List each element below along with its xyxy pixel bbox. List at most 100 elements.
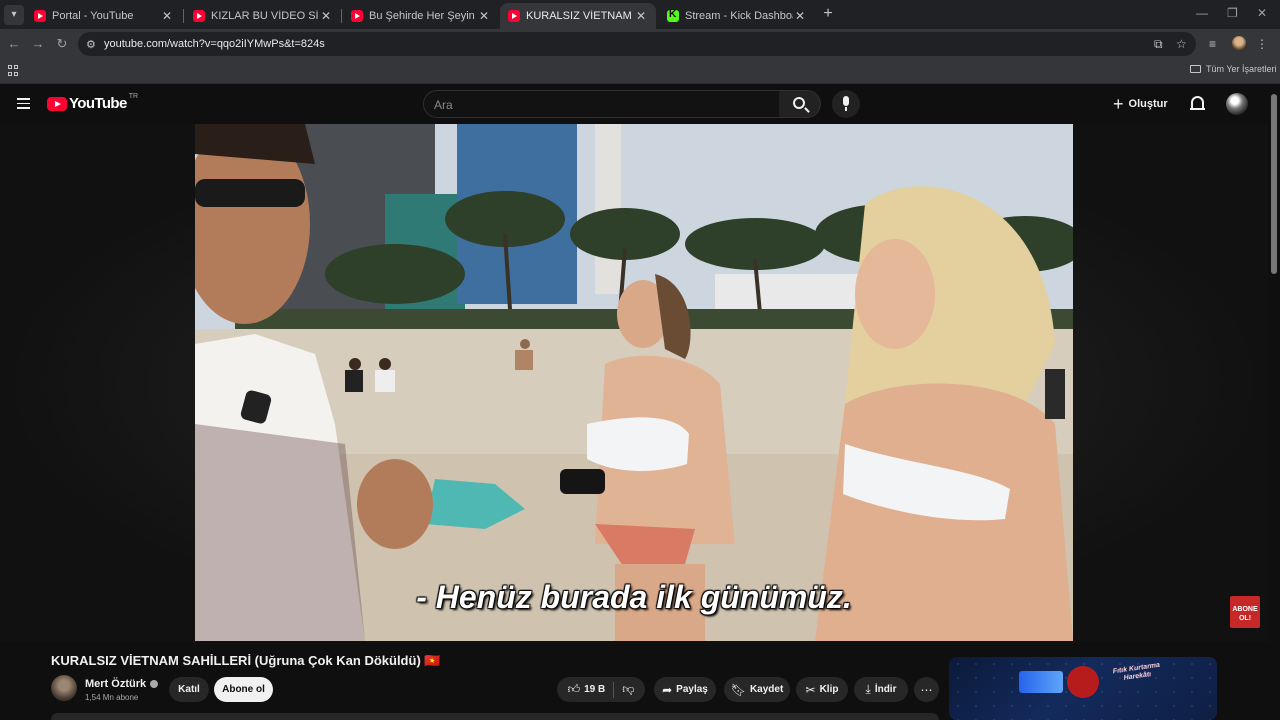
download-button[interactable]: ⤓ İndir <box>854 677 908 702</box>
menu-icon[interactable] <box>17 98 30 109</box>
back-icon[interactable]: ← <box>6 36 22 52</box>
bookmarks-folder-label: Tüm Yer İşaretleri <box>1206 64 1277 74</box>
share-icon: ➦ <box>662 682 673 697</box>
tab-search-button[interactable]: ▾ <box>4 5 24 25</box>
sidebar-ad-banner[interactable]: Fıtık Kurtarma Harekâtı <box>949 657 1217 720</box>
search-button[interactable] <box>779 90 821 118</box>
browser-tab[interactable]: Portal - YouTube ✕ <box>26 3 182 29</box>
all-bookmarks-folder[interactable]: Tüm Yer İşaretleri <box>1190 64 1277 74</box>
page-scrollbar[interactable] <box>1268 84 1280 720</box>
account-avatar[interactable] <box>1226 93 1248 115</box>
tab-divider <box>341 9 342 23</box>
youtube-icon <box>193 10 205 22</box>
install-app-icon[interactable]: ⧉ <box>1154 37 1163 52</box>
browser-tab-active[interactable]: KURALSIZ VİETNAM SAHİLLERİ ✕ <box>500 3 656 29</box>
restore-icon[interactable]: ❐ <box>1227 6 1238 20</box>
bookmark-star-icon[interactable]: ☆ <box>1176 37 1187 51</box>
share-button[interactable]: ➦ Paylaş <box>654 677 716 702</box>
join-label: Katıl <box>178 684 200 695</box>
url-text: youtube.com/watch?v=qqo2iIYMwPs&t=824s <box>104 38 325 50</box>
tab-title: KIZLAR BU VİDEO SİZE - YouTube <box>211 10 319 22</box>
youtube-logo[interactable]: YouTube TR <box>47 93 139 112</box>
create-button[interactable]: + Oluştur <box>1113 91 1168 117</box>
more-actions-button[interactable]: ⋯ <box>914 677 939 702</box>
minimize-icon[interactable]: — <box>1196 6 1208 20</box>
reading-list-icon[interactable]: ≡ <box>1209 37 1216 51</box>
tab-title: KURALSIZ VİETNAM SAHİLLERİ <box>526 10 634 22</box>
plus-icon: + <box>1113 94 1124 114</box>
thumbs-down-icon[interactable]: 👎︎ <box>622 682 634 697</box>
voice-search-button[interactable] <box>832 90 860 118</box>
microphone-icon <box>843 96 849 111</box>
close-icon[interactable]: ✕ <box>477 9 491 23</box>
channel-name: Mert Öztürk <box>85 678 147 690</box>
new-tab-icon[interactable]: + <box>819 5 837 23</box>
subscribe-watermark[interactable]: ABONE OL! <box>1230 596 1260 628</box>
join-button[interactable]: Katıl <box>169 677 209 702</box>
youtube-masthead: YouTube TR Ara + Oluştur <box>0 84 1268 124</box>
scissors-icon: ✂ <box>805 682 816 697</box>
kick-icon <box>667 9 679 22</box>
close-icon[interactable]: ✕ <box>793 9 807 23</box>
search-icon <box>793 97 805 109</box>
save-button[interactable]: 🔖︎ Kaydet <box>724 677 790 702</box>
tab-divider <box>183 9 184 23</box>
youtube-icon <box>351 10 363 22</box>
country-code: TR <box>128 93 139 100</box>
subscribe-button[interactable]: Abone ol <box>214 677 273 702</box>
close-icon[interactable]: ✕ <box>319 9 333 23</box>
like-divider <box>613 681 615 698</box>
description-box[interactable] <box>51 713 939 720</box>
thumbs-up-icon[interactable]: 👍︎ <box>568 682 581 697</box>
logo-text: YouTube <box>69 95 127 112</box>
tab-title: Portal - YouTube <box>52 10 134 22</box>
video-player[interactable]: - Henüz burada ilk günümüz. <box>195 124 1073 641</box>
share-label: Paylaş <box>676 684 708 695</box>
folder-icon <box>1190 65 1201 73</box>
browser-tab-strip: ▾ Portal - YouTube ✕ KIZLAR BU VİDEO SİZ… <box>0 0 1280 29</box>
download-icon: ⤓ <box>865 682 871 696</box>
bookmarks-bar: Tüm Yer İşaretleri <box>0 59 1280 84</box>
tab-title: Bu Şehirde Her Şeyin bir FİYATI <box>369 10 477 22</box>
reload-icon[interactable]: ↻ <box>54 36 70 52</box>
clip-label: Klip <box>819 684 839 695</box>
download-label: İndir <box>874 684 897 695</box>
save-label: Kaydet <box>749 684 784 695</box>
close-icon[interactable]: ✕ <box>634 9 648 23</box>
like-count[interactable]: 19 B <box>584 684 605 695</box>
scrollbar-thumb[interactable] <box>1271 94 1277 274</box>
youtube-icon <box>508 10 520 22</box>
youtube-play-icon <box>47 96 67 111</box>
more-horizontal-icon: ⋯ <box>920 682 933 697</box>
video-subtitle: - Henüz burada ilk günümüz. <box>416 579 852 615</box>
profile-avatar[interactable] <box>1232 36 1246 50</box>
close-window-icon[interactable]: ✕ <box>1257 6 1267 20</box>
video-player-area: - Henüz burada ilk günümüz. ABONE OL! <box>0 124 1268 642</box>
notifications-bell-icon[interactable] <box>1190 96 1205 110</box>
ad-character-image <box>1067 666 1099 698</box>
apps-grid-icon[interactable] <box>8 65 19 76</box>
channel-avatar[interactable] <box>51 675 77 701</box>
ad-product-image <box>1019 671 1063 693</box>
like-dislike-group: 👍︎ 19 B 👎︎ <box>557 677 645 702</box>
verified-icon <box>150 680 159 688</box>
site-info-icon[interactable]: ⚙ <box>86 38 96 51</box>
browser-tab[interactable]: Bu Şehirde Her Şeyin bir FİYATI ✕ <box>343 3 499 29</box>
create-label: Oluştur <box>1128 98 1168 110</box>
subscriber-count: 1,54 Mn abone <box>85 693 139 702</box>
browser-tab[interactable]: Stream - Kick Dashboard ✕ <box>659 3 815 29</box>
clip-button[interactable]: ✂ Klip <box>796 677 848 702</box>
chrome-menu-icon[interactable]: ⋮ <box>1256 37 1268 51</box>
bookmark-icon: 🔖︎ <box>730 682 746 697</box>
browser-toolbar: ← → ↻ ⚙ youtube.com/watch?v=qqo2iIYMwPs&… <box>0 29 1280 59</box>
address-bar[interactable]: ⚙ youtube.com/watch?v=qqo2iIYMwPs&t=824s… <box>78 32 1196 56</box>
browser-tab[interactable]: KIZLAR BU VİDEO SİZE - YouTube ✕ <box>185 3 341 29</box>
channel-name-row[interactable]: Mert Öztürk <box>85 678 159 690</box>
close-icon[interactable]: ✕ <box>160 9 174 23</box>
subscribe-label: Abone ol <box>222 684 265 695</box>
search-input[interactable]: Ara <box>423 90 780 118</box>
youtube-icon <box>34 10 46 22</box>
forward-icon[interactable]: → <box>30 36 46 52</box>
video-title: KURALSIZ VİETNAM SAHİLLERİ (Uğruna Çok K… <box>51 653 441 668</box>
video-frame <box>195 124 1073 641</box>
